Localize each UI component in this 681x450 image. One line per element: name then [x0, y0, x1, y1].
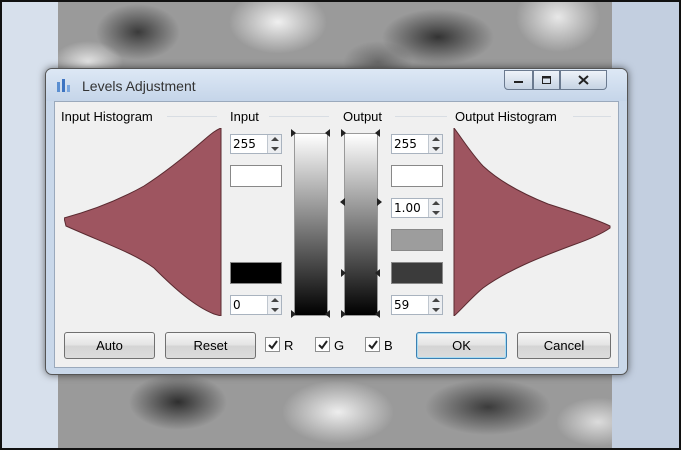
- input-histogram: [64, 128, 222, 316]
- levels-dialog: Levels Adjustment Input Histogram Input …: [45, 68, 628, 375]
- output-low-handle-left[interactable]: [341, 269, 346, 277]
- output-high-color-swatch[interactable]: [391, 165, 443, 187]
- gamma-handle-right[interactable]: [377, 198, 382, 206]
- input-gradient-bar[interactable]: [294, 133, 328, 316]
- output-high-stepper[interactable]: [428, 135, 442, 153]
- maximize-icon: [541, 75, 551, 84]
- output-histogram-label: Output Histogram: [455, 109, 557, 124]
- minimize-icon: [513, 81, 523, 83]
- output-high-handle-right[interactable]: [375, 129, 380, 137]
- output-low-stepper[interactable]: [428, 296, 442, 314]
- reset-button[interactable]: Reset: [165, 332, 256, 359]
- input-high-handle-left[interactable]: [291, 129, 296, 137]
- gamma-color-swatch[interactable]: [391, 229, 443, 251]
- output-high-field[interactable]: 255: [391, 134, 443, 154]
- window-title: Levels Adjustment: [82, 78, 196, 94]
- output-high-handle-left[interactable]: [341, 129, 346, 137]
- gamma-handle-left[interactable]: [340, 198, 345, 206]
- output-low-color-swatch[interactable]: [391, 262, 443, 284]
- channel-r-checkbox[interactable]: [265, 337, 280, 352]
- input-low-handle-right[interactable]: [325, 310, 330, 318]
- close-button[interactable]: [560, 70, 607, 90]
- input-low-value: 0: [233, 298, 241, 312]
- output-label: Output: [343, 109, 383, 124]
- minimize-button[interactable]: [504, 70, 533, 90]
- input-high-value: 255: [233, 137, 256, 151]
- output-low-handle-right[interactable]: [375, 269, 380, 277]
- gamma-stepper[interactable]: [428, 199, 442, 217]
- dialog-content: Input Histogram Input Output Output Hist…: [54, 101, 619, 368]
- separator: [269, 116, 329, 117]
- checkmark-icon: [318, 340, 328, 350]
- channel-g-checkbox[interactable]: [315, 337, 330, 352]
- input-low-handle-left[interactable]: [291, 310, 296, 318]
- levels-chart-icon: [57, 79, 70, 92]
- input-label: Input: [230, 109, 259, 124]
- maximize-button[interactable]: [533, 70, 560, 90]
- output-bottom-handle-left[interactable]: [341, 310, 346, 318]
- cancel-button[interactable]: Cancel: [517, 332, 611, 359]
- input-high-field[interactable]: 255: [230, 134, 282, 154]
- channel-b-checkbox[interactable]: [365, 337, 380, 352]
- output-bottom-handle-right[interactable]: [375, 310, 380, 318]
- channel-r-label: R: [284, 338, 294, 353]
- checkmark-icon: [268, 340, 278, 350]
- checkmark-icon: [368, 340, 378, 350]
- input-low-field[interactable]: 0: [230, 295, 282, 315]
- title-bar[interactable]: Levels Adjustment: [46, 69, 627, 101]
- output-histogram: [453, 128, 611, 316]
- output-low-field[interactable]: 59: [391, 295, 443, 315]
- input-histogram-label: Input Histogram: [61, 109, 153, 124]
- output-gradient-bar[interactable]: [344, 133, 378, 316]
- channel-g-label: G: [334, 338, 345, 353]
- output-high-value: 255: [394, 137, 417, 151]
- input-high-handle-right[interactable]: [325, 129, 330, 137]
- separator: [573, 116, 611, 117]
- gamma-value: 1.00: [394, 201, 421, 215]
- gamma-field[interactable]: 1.00: [391, 198, 443, 218]
- separator: [167, 116, 217, 117]
- output-low-value: 59: [394, 298, 410, 312]
- close-icon: [578, 75, 589, 85]
- input-low-stepper[interactable]: [267, 296, 281, 314]
- input-high-color-swatch[interactable]: [230, 165, 282, 187]
- separator: [395, 116, 447, 117]
- channel-b-label: B: [384, 338, 393, 353]
- input-high-stepper[interactable]: [267, 135, 281, 153]
- input-low-color-swatch[interactable]: [230, 262, 282, 284]
- ok-button[interactable]: OK: [416, 332, 507, 359]
- auto-button[interactable]: Auto: [64, 332, 155, 359]
